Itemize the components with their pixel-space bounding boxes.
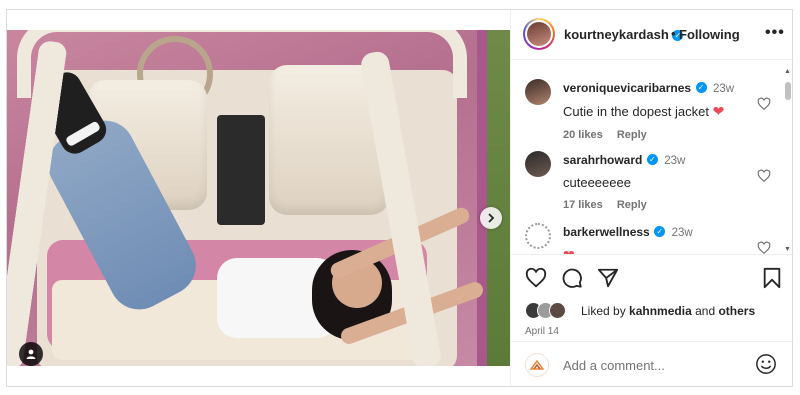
comments-scrollbar[interactable]: ▲ ▼ [784,68,792,258]
center-console [217,115,265,225]
comments-list[interactable]: veroniquevicaribarnes ✓ 23w Cutie in the… [511,61,794,254]
share-send-icon[interactable] [597,267,619,289]
scrollbar-thumb[interactable] [785,82,791,100]
separator-dot: • [671,26,676,41]
roll-bar-top [17,30,467,98]
comment-time[interactable]: 23w [664,155,685,167]
like-comment-heart-icon[interactable] [757,97,771,111]
post-sidebar: kourtneykardash ✓ • Following ••• veroni… [510,10,794,386]
bookmark-icon[interactable] [761,267,783,289]
following-button[interactable]: Following [679,27,740,42]
post-header: kourtneykardash ✓ • Following ••• [511,10,794,60]
comment-avatar[interactable] [525,223,551,249]
current-user-avatar[interactable] [525,353,549,377]
comment-username[interactable]: veroniquevicaribarnes [563,81,691,95]
liker-username[interactable]: kahnmedia [629,304,692,318]
like-comment-heart-icon[interactable] [757,241,771,254]
add-comment-input[interactable] [563,354,743,376]
post-date[interactable]: April 14 [525,326,559,337]
comment-avatar[interactable] [525,79,551,105]
reply-button[interactable]: Reply [617,199,647,211]
instagram-post: kourtneykardash ✓ • Following ••• veroni… [6,9,794,387]
comment-meta: 20 likes Reply [563,129,763,141]
comment-bubble-icon[interactable] [561,267,583,289]
comment-text: cuteeeeeee [563,175,631,190]
chevron-right-icon [488,213,495,223]
comment-text: Cutie in the dopest jacket ❤ [563,103,725,119]
comment-time[interactable]: 23w [672,227,693,239]
emoji-picker-icon[interactable] [755,353,777,375]
next-image-button[interactable] [480,207,502,229]
author-avatar[interactable] [523,18,555,50]
comment-avatar[interactable] [525,151,551,177]
scroll-up-arrow-icon[interactable]: ▲ [784,68,791,75]
liked-by-row: Liked by kahnmedia and others [525,302,785,320]
verified-badge-icon: ✓ [654,226,666,238]
red-heart-emoji-icon: ❤ [712,103,725,119]
logo-icon [530,359,544,370]
others-link[interactable]: others [718,304,755,318]
comment-meta: 17 likes Reply [563,199,763,211]
post-image[interactable] [7,30,510,366]
add-comment-bar [511,341,794,386]
liked-by-text: Liked by kahnmedia and others [581,304,756,318]
verified-badge-icon: ✓ [695,82,707,94]
comment-username[interactable]: sarahrhoward [563,153,642,167]
more-options-icon[interactable]: ••• [765,24,785,42]
scroll-down-arrow-icon[interactable]: ▼ [784,246,791,253]
tagged-users-button[interactable] [19,342,43,366]
liker-avatar[interactable] [549,302,566,319]
like-heart-icon[interactable] [525,267,547,289]
comment-username[interactable]: barkerwellness [563,225,650,239]
user-icon [26,349,36,359]
comment-likes[interactable]: 17 likes [563,199,603,211]
like-comment-heart-icon[interactable] [757,169,771,183]
verified-badge-icon: ✓ [646,154,658,166]
comment-text: ❤ [563,247,763,254]
comment-likes[interactable]: 20 likes [563,129,603,141]
reply-button[interactable]: Reply [617,129,647,141]
comment-time[interactable]: 23w [713,83,734,95]
author-username[interactable]: kourtneykardash ✓ [564,27,684,42]
red-heart-emoji-icon: ❤ [563,247,575,254]
